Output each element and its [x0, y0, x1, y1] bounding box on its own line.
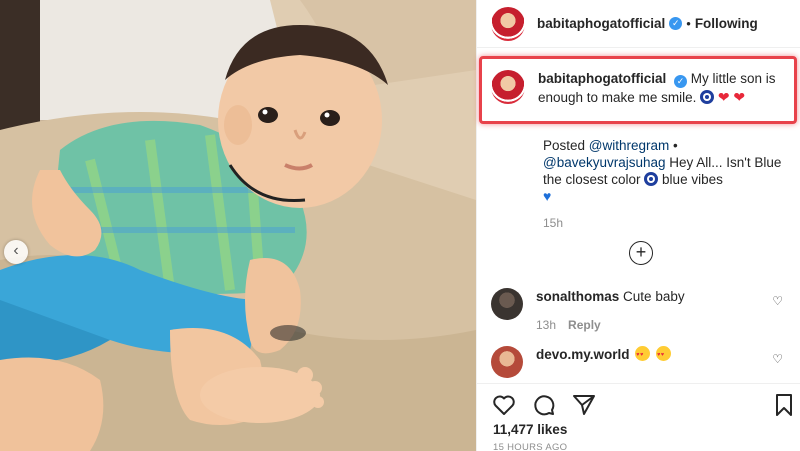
heart-eyes-emoji-icon	[635, 346, 651, 364]
blue-heart-emoji-icon: ♥	[543, 188, 552, 204]
repost-prefix: Posted	[543, 138, 589, 153]
repost-caption: Posted @withregram • @bavekyuvrajsuhag H…	[543, 137, 789, 232]
caption-author-avatar[interactable]	[491, 70, 525, 104]
share-button[interactable]	[569, 390, 599, 420]
repost-text-tail: blue vibes	[658, 172, 723, 187]
load-more-comments-button[interactable]: +	[629, 241, 653, 265]
post-header: babitaphogatofficial ✓ • Following	[477, 0, 800, 48]
mention-link-bavekyuvrajsuhag[interactable]: @bavekyuvrajsuhag	[543, 155, 666, 170]
comment-like-heart-icon[interactable]: ♡	[772, 352, 783, 366]
caption-text-block: babitaphogatofficial ✓ My little son is …	[538, 70, 778, 107]
post-actions-bar: 11,477 likes 15 HOURS AGO	[477, 383, 800, 451]
nazar-amulet-emoji-icon	[644, 172, 659, 186]
author-avatar[interactable]	[491, 6, 525, 41]
caption-author-username[interactable]: babitaphogatofficial	[538, 71, 666, 86]
repost-bullet: •	[669, 138, 678, 153]
commenter-avatar[interactable]	[491, 346, 523, 378]
commenter-username[interactable]: devo.my.world	[536, 347, 630, 362]
comment-timestamp[interactable]: 13h	[536, 318, 556, 332]
baby-photo-illustration	[0, 0, 476, 451]
commenter-username[interactable]: sonalthomas	[536, 289, 619, 304]
like-button[interactable]	[489, 390, 519, 420]
red-heart-emoji-icon: ❤	[717, 89, 730, 105]
comment-like-heart-icon[interactable]: ♡	[772, 294, 783, 308]
comment-meta: 13h Reply	[536, 317, 756, 334]
comment-text: Cute baby	[623, 289, 685, 304]
comment-item: sonalthomas Cute baby 13h Reply ♡	[491, 288, 791, 334]
mention-link-withregram[interactable]: @withregram	[589, 138, 669, 153]
post-photo[interactable]: ‹	[0, 0, 476, 451]
bookmark-icon	[776, 394, 792, 416]
likes-count[interactable]: 11,477 likes	[493, 422, 567, 437]
caption-timestamp[interactable]: 15h	[543, 215, 789, 232]
save-button[interactable]	[769, 390, 799, 420]
paper-plane-icon	[573, 395, 595, 415]
reply-button[interactable]: Reply	[568, 318, 601, 332]
post-side-panel: babitaphogatofficial ✓ • Following babit…	[476, 0, 800, 451]
commenter-avatar[interactable]	[491, 288, 523, 320]
carousel-prev-button[interactable]: ‹	[4, 240, 28, 264]
comment-item: devo.my.world ♡	[491, 346, 791, 378]
nazar-amulet-emoji-icon	[700, 90, 715, 104]
following-button[interactable]: Following	[695, 16, 758, 31]
header-separator: •	[686, 16, 691, 31]
author-username[interactable]: babitaphogatofficial	[537, 16, 665, 31]
red-heart-emoji-icon: ❤	[733, 89, 746, 105]
plus-icon: +	[635, 242, 647, 262]
comment-bubble-icon	[534, 395, 555, 416]
verified-badge-icon: ✓	[674, 75, 688, 88]
post-age[interactable]: 15 HOURS AGO	[493, 442, 567, 451]
chevron-left-icon: ‹	[13, 242, 19, 259]
heart-eyes-emoji-icon	[656, 346, 672, 364]
comment-button[interactable]	[529, 390, 559, 420]
comment-body: sonalthomas Cute baby 13h Reply	[536, 288, 756, 334]
post-caption: babitaphogatofficial ✓ My little son is …	[491, 70, 791, 107]
heart-icon	[493, 395, 515, 415]
comment-body: devo.my.world	[536, 346, 756, 378]
verified-badge-icon: ✓	[669, 17, 683, 30]
